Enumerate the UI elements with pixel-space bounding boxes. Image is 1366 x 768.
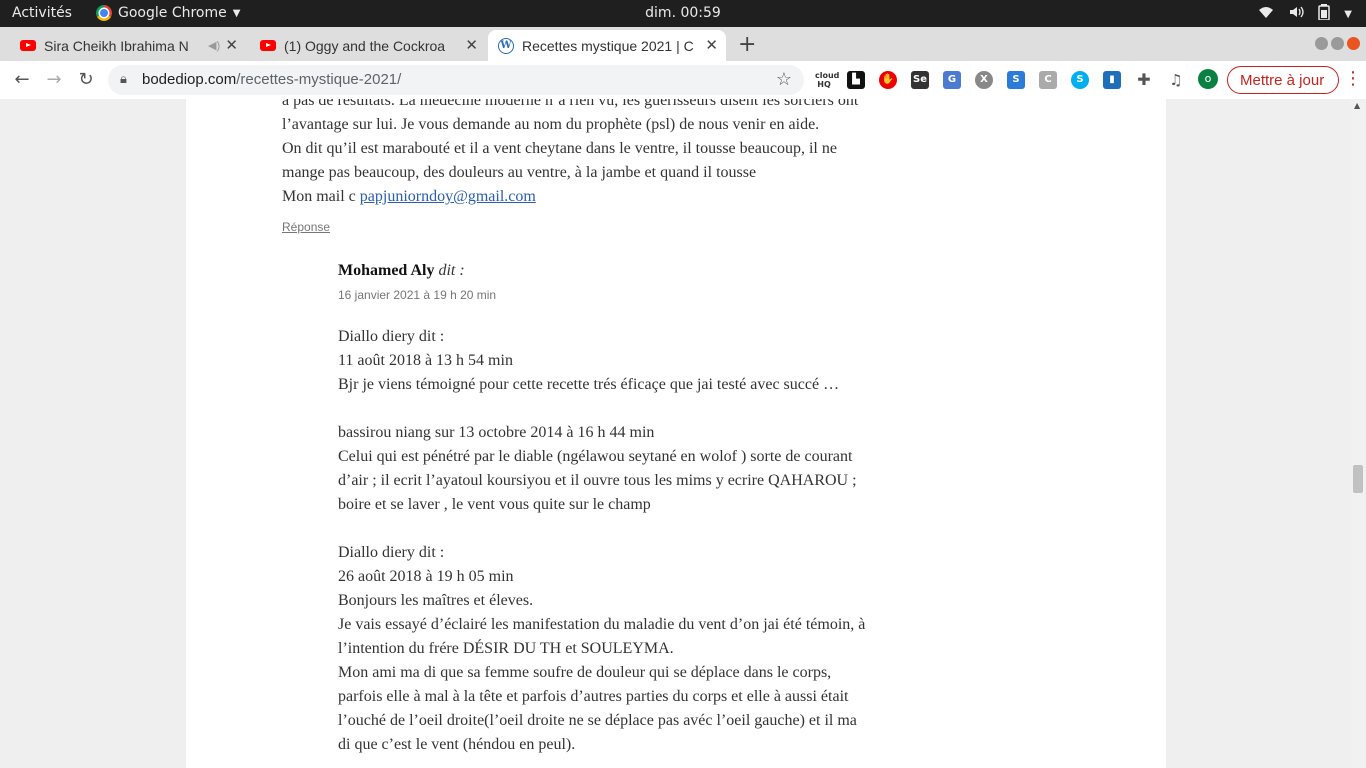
- parent-comment: a pas de résultats. La médecine moderne …: [282, 99, 882, 235]
- url-path: /recettes-mystique-2021/: [236, 71, 402, 88]
- mail-prefix: Mon mail c: [282, 188, 360, 205]
- tab-strip: Sira Cheikh Ibrahima N ◀) ✕ (1) Oggy and…: [0, 27, 1366, 61]
- tab-title: (1) Oggy and the Cockroa: [284, 37, 446, 54]
- chrome-icon: [96, 5, 112, 21]
- app-menu-label: Google Chrome: [118, 5, 227, 21]
- tab-title: Sira Cheikh Ibrahima N: [44, 37, 189, 54]
- youtube-icon: [20, 40, 36, 51]
- skype-extension-icon[interactable]: S: [1071, 71, 1089, 89]
- volume-icon: [1288, 5, 1304, 23]
- comment-text-line: bassirou niang sur 13 octobre 2014 à 16 …: [338, 424, 655, 441]
- email-link[interactable]: papjuniorndoy@gmail.com: [360, 188, 536, 205]
- close-tab-icon[interactable]: ✕: [705, 36, 718, 54]
- close-window-button[interactable]: [1347, 37, 1360, 50]
- comment-mail-line: Mon mail c papjuniorndoy@gmail.com: [282, 185, 882, 209]
- comment-text-line: Je vais essayé d’éclairé les manifestati…: [338, 616, 866, 633]
- comment-text-line: d’air ; il ecrit l’ayatoul koursiyou et …: [338, 472, 857, 489]
- reply-link[interactable]: Réponse: [282, 219, 882, 235]
- hand-extension-icon[interactable]: ✋: [879, 71, 897, 89]
- comment-date-link[interactable]: 16 janvier 2021 à 19 h 20 min: [338, 287, 898, 303]
- profile-avatar[interactable]: o: [1198, 69, 1218, 89]
- tab-title: Recettes mystique 2021 | C: [522, 37, 694, 54]
- close-tab-icon[interactable]: ✕: [465, 36, 478, 54]
- cloudhq-extension-icon[interactable]: cloud HQ: [815, 71, 839, 89]
- comment-extension-icon[interactable]: ▙: [847, 71, 865, 89]
- excel-extension-icon[interactable]: X: [975, 71, 993, 89]
- tab-recettes-mystique[interactable]: W Recettes mystique 2021 | C ✕: [488, 30, 726, 61]
- comment-text-line: mange pas beaucoup, des douleurs au vent…: [282, 164, 757, 181]
- comment-text-line: Mon ami ma di que sa femme soufre de dou…: [338, 664, 832, 681]
- tab-youtube-sira[interactable]: Sira Cheikh Ibrahima N ◀) ✕: [10, 30, 246, 61]
- system-tray[interactable]: ▼: [1258, 4, 1352, 24]
- comment-text-line: l’intention du frére DÉSIR DU TH et SOUL…: [338, 640, 674, 657]
- c-extension-icon[interactable]: C: [1039, 71, 1057, 89]
- url-host: bodediop.com: [142, 71, 237, 88]
- more-menu-icon[interactable]: ⋮: [1344, 68, 1362, 89]
- update-button[interactable]: Mettre à jour: [1227, 66, 1339, 94]
- app-menu[interactable]: Google Chrome ▼: [96, 5, 240, 21]
- clock[interactable]: dim. 00:59: [645, 5, 721, 21]
- media-queue-icon[interactable]: ♫: [1167, 71, 1185, 89]
- comment-text-line: Bjr je viens témoigné pour cette recette…: [338, 376, 840, 393]
- back-button[interactable]: ←: [11, 69, 33, 90]
- chevron-down-icon: ▼: [1344, 8, 1352, 20]
- comment-text-line: On dit qu’il est marabouté et il a vent …: [282, 140, 837, 157]
- comment-text-line: l’avantage sur lui. Je vous demande au n…: [282, 116, 820, 133]
- comment-says: dit :: [438, 262, 465, 279]
- maximize-button[interactable]: [1331, 37, 1344, 50]
- comment-author: Mohamed Aly: [338, 262, 435, 279]
- browser-toolbar: ← → ↻ 🔒︎ bodediop.com/recettes-mystique-…: [0, 61, 1366, 100]
- page-scrollbar[interactable]: ▲: [1350, 99, 1366, 768]
- comment-text-line: l’ouché de l’oeil droite(l’oeil droite n…: [338, 712, 857, 729]
- comment-text-line: Diallo diery dit :: [338, 328, 445, 345]
- child-comment: Mohamed Aly dit : 16 janvier 2021 à 19 h…: [338, 259, 898, 757]
- translate-extension-icon[interactable]: G: [943, 71, 961, 89]
- reload-button[interactable]: ↻: [75, 69, 97, 90]
- wifi-icon: [1258, 5, 1274, 23]
- battery-icon: [1318, 4, 1331, 24]
- article-content: a pas de résultats. La médecine moderne …: [186, 99, 1166, 768]
- bookmark-star-icon[interactable]: ☆: [776, 69, 792, 90]
- minimize-button[interactable]: [1315, 37, 1328, 50]
- activities-button[interactable]: Activités: [12, 5, 72, 21]
- forward-button[interactable]: →: [43, 69, 65, 90]
- scroll-up-icon[interactable]: ▲: [1354, 101, 1360, 110]
- comment-text-line: 11 août 2018 à 13 h 54 min: [338, 352, 513, 369]
- comment-text-line: 26 août 2018 à 19 h 05 min: [338, 568, 514, 585]
- comment-text-line: Bonjours les maîtres et éleves.: [338, 592, 534, 609]
- comment-text-line: Celui qui est pénétré par le diable (ngé…: [338, 448, 853, 465]
- system-top-bar: Activités Google Chrome ▼ dim. 00:59 ▼: [0, 0, 1366, 27]
- address-bar[interactable]: 🔒︎ bodediop.com/recettes-mystique-2021/ …: [108, 65, 804, 95]
- close-tab-icon[interactable]: ✕: [225, 36, 238, 54]
- comment-author-line: Mohamed Aly dit :: [338, 259, 898, 283]
- puzzle-extensions-icon[interactable]: ✚: [1135, 71, 1153, 89]
- selenium-extension-icon[interactable]: Se: [911, 71, 929, 89]
- tab-youtube-oggy[interactable]: (1) Oggy and the Cockroa ✕: [250, 30, 486, 61]
- comment-text-line: parfois elle à mal à la tête et parfois …: [338, 688, 849, 705]
- comment-text-line: di que c’est le vent (héndou en peul).: [338, 736, 576, 753]
- youtube-icon: [260, 40, 276, 51]
- scrollbar-thumb[interactable]: [1353, 465, 1363, 493]
- trello-extension-icon[interactable]: ▮: [1103, 71, 1121, 89]
- lock-icon[interactable]: 🔒︎: [120, 71, 127, 87]
- chevron-down-icon: ▼: [232, 7, 241, 19]
- new-tab-button[interactable]: +: [738, 32, 756, 57]
- url-text: bodediop.com/recettes-mystique-2021/: [142, 71, 401, 88]
- window-controls: [1315, 37, 1360, 50]
- audio-playing-icon[interactable]: ◀): [208, 39, 220, 52]
- comment-text-line: boire et se laver , le vent vous quite s…: [338, 496, 651, 513]
- s-extension-icon[interactable]: S: [1007, 71, 1025, 89]
- wordpress-icon: W: [498, 37, 514, 54]
- comment-text-line: a pas de résultats. La médecine moderne …: [282, 99, 859, 109]
- page-viewport: a pas de résultats. La médecine moderne …: [0, 99, 1350, 768]
- comment-text-line: Diallo diery dit :: [338, 544, 445, 561]
